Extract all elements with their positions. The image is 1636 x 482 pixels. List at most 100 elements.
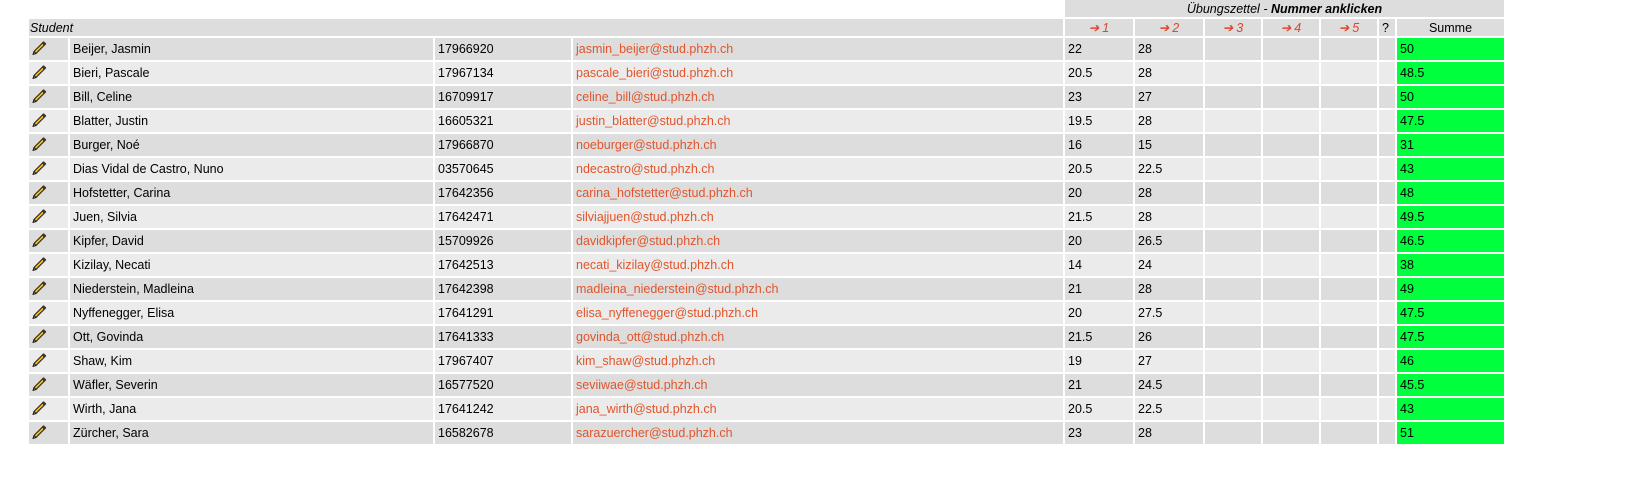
score-sheet-5 xyxy=(1321,254,1377,276)
sheet-4-link[interactable]: ➔ 4 xyxy=(1263,19,1319,36)
email-link[interactable]: silviajjuen@stud.phzh.ch xyxy=(576,210,714,224)
pencil-icon[interactable] xyxy=(31,304,47,323)
email-link[interactable]: madleina_niederstein@stud.phzh.ch xyxy=(576,282,778,296)
email-cell: ndecastro@stud.phzh.ch xyxy=(573,158,1063,180)
sheet-number: 2 xyxy=(1172,21,1180,35)
sheet-2-link[interactable]: ➔ 2 xyxy=(1135,19,1203,36)
student-name: Blatter, Justin xyxy=(70,110,433,132)
email-link[interactable]: ndecastro@stud.phzh.ch xyxy=(576,162,714,176)
pencil-icon[interactable] xyxy=(31,64,47,83)
email-link[interactable]: pascale_bieri@stud.phzh.ch xyxy=(576,66,733,80)
score-sheet-3 xyxy=(1205,86,1261,108)
question-cell xyxy=(1379,254,1395,276)
email-link[interactable]: sarazuercher@stud.phzh.ch xyxy=(576,426,733,440)
student-name: Bieri, Pascale xyxy=(70,62,433,84)
email-link[interactable]: govinda_ott@stud.phzh.ch xyxy=(576,330,724,344)
pencil-icon[interactable] xyxy=(31,256,47,275)
score-sheet-3 xyxy=(1205,182,1261,204)
email-cell: davidkipfer@stud.phzh.ch xyxy=(573,230,1063,252)
score-sum: 50 xyxy=(1397,38,1504,60)
student-name: Niederstein, Madleina xyxy=(70,278,433,300)
score-sum: 38 xyxy=(1397,254,1504,276)
student-name: Kizilay, Necati xyxy=(70,254,433,276)
score-sheet-2: 27 xyxy=(1135,86,1203,108)
pencil-icon[interactable] xyxy=(31,232,47,251)
email-link[interactable]: justin_blatter@stud.phzh.ch xyxy=(576,114,730,128)
question-cell xyxy=(1379,278,1395,300)
score-sheet-1: 23 xyxy=(1065,86,1133,108)
score-sheet-4 xyxy=(1263,422,1319,444)
student-name: Beijer, Jasmin xyxy=(70,38,433,60)
table-row: Bill, Celine 16709917 celine_bill@stud.p… xyxy=(29,86,1504,108)
table-row: Nyffenegger, Elisa 17641291 elisa_nyffen… xyxy=(29,302,1504,324)
email-link[interactable]: jana_wirth@stud.phzh.ch xyxy=(576,402,717,416)
table-row: Zürcher, Sara 16582678 sarazuercher@stud… xyxy=(29,422,1504,444)
grades-table: Übungszettel - Nummer anklicken Student … xyxy=(27,0,1506,446)
score-sum: 43 xyxy=(1397,398,1504,420)
pencil-icon[interactable] xyxy=(31,40,47,59)
question-cell xyxy=(1379,422,1395,444)
sheet-1-link[interactable]: ➔ 1 xyxy=(1065,19,1133,36)
pencil-icon[interactable] xyxy=(31,280,47,299)
question-cell xyxy=(1379,230,1395,252)
pencil-icon[interactable] xyxy=(31,160,47,179)
score-sheet-5 xyxy=(1321,230,1377,252)
sheet-3-link[interactable]: ➔ 3 xyxy=(1205,19,1261,36)
score-sheet-1: 14 xyxy=(1065,254,1133,276)
score-sheet-5 xyxy=(1321,182,1377,204)
score-sheet-4 xyxy=(1263,182,1319,204)
score-sheet-2: 22.5 xyxy=(1135,398,1203,420)
edit-cell xyxy=(29,110,68,132)
email-link[interactable]: kim_shaw@stud.phzh.ch xyxy=(576,354,715,368)
pencil-icon[interactable] xyxy=(31,136,47,155)
email-cell: seviiwae@stud.phzh.ch xyxy=(573,374,1063,396)
student-id: 15709926 xyxy=(435,230,571,252)
pencil-icon[interactable] xyxy=(31,88,47,107)
email-link[interactable]: celine_bill@stud.phzh.ch xyxy=(576,90,714,104)
score-sum: 46 xyxy=(1397,350,1504,372)
edit-cell xyxy=(29,134,68,156)
email-cell: carina_hofstetter@stud.phzh.ch xyxy=(573,182,1063,204)
score-sheet-5 xyxy=(1321,38,1377,60)
table-row: Blatter, Justin 16605321 justin_blatter@… xyxy=(29,110,1504,132)
email-cell: justin_blatter@stud.phzh.ch xyxy=(573,110,1063,132)
email-link[interactable]: elisa_nyffenegger@stud.phzh.ch xyxy=(576,306,758,320)
edit-cell xyxy=(29,86,68,108)
score-sheet-4 xyxy=(1263,110,1319,132)
score-sheet-1: 19.5 xyxy=(1065,110,1133,132)
score-sum: 48 xyxy=(1397,182,1504,204)
pencil-icon[interactable] xyxy=(31,400,47,419)
pencil-icon[interactable] xyxy=(31,208,47,227)
student-id: 17967407 xyxy=(435,350,571,372)
score-sheet-2: 28 xyxy=(1135,182,1203,204)
sheet-5-link[interactable]: ➔ 5 xyxy=(1321,19,1377,36)
table-row: Shaw, Kim 17967407 kim_shaw@stud.phzh.ch… xyxy=(29,350,1504,372)
score-sheet-4 xyxy=(1263,134,1319,156)
pencil-icon[interactable] xyxy=(31,184,47,203)
student-name: Dias Vidal de Castro, Nuno xyxy=(70,158,433,180)
email-link[interactable]: seviiwae@stud.phzh.ch xyxy=(576,378,708,392)
score-sheet-5 xyxy=(1321,374,1377,396)
email-link[interactable]: jasmin_beijer@stud.phzh.ch xyxy=(576,42,733,56)
question-column-header: ? xyxy=(1379,19,1395,36)
edit-cell xyxy=(29,206,68,228)
edit-cell xyxy=(29,422,68,444)
table-row: Niederstein, Madleina 17642398 madleina_… xyxy=(29,278,1504,300)
edit-cell xyxy=(29,254,68,276)
pencil-icon[interactable] xyxy=(31,376,47,395)
student-id: 17966920 xyxy=(435,38,571,60)
edit-cell xyxy=(29,302,68,324)
email-link[interactable]: necati_kizilay@stud.phzh.ch xyxy=(576,258,734,272)
email-link[interactable]: davidkipfer@stud.phzh.ch xyxy=(576,234,720,248)
email-link[interactable]: noeburger@stud.phzh.ch xyxy=(576,138,717,152)
email-link[interactable]: carina_hofstetter@stud.phzh.ch xyxy=(576,186,753,200)
pencil-icon[interactable] xyxy=(31,328,47,347)
pencil-icon[interactable] xyxy=(31,352,47,371)
email-cell: govinda_ott@stud.phzh.ch xyxy=(573,326,1063,348)
score-sheet-4 xyxy=(1263,62,1319,84)
question-cell xyxy=(1379,38,1395,60)
score-sheet-3 xyxy=(1205,350,1261,372)
pencil-icon[interactable] xyxy=(31,424,47,443)
student-id: 17642398 xyxy=(435,278,571,300)
pencil-icon[interactable] xyxy=(31,112,47,131)
